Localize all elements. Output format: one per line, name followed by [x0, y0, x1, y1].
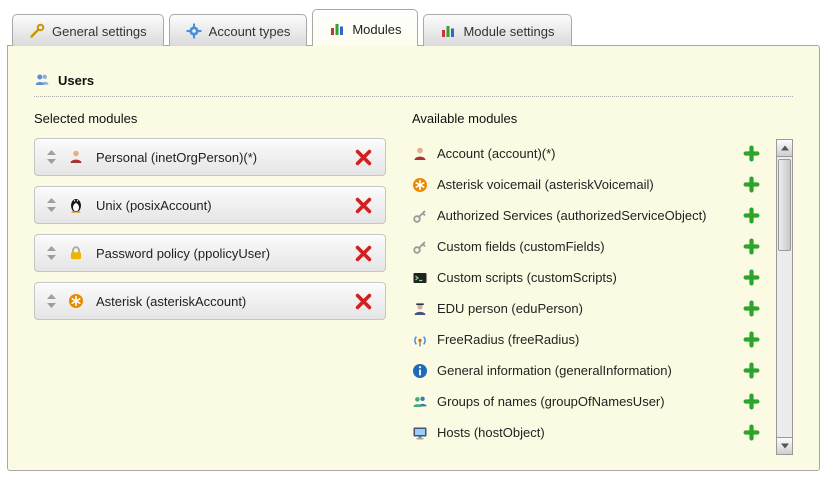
add-module-button[interactable]: [743, 145, 760, 162]
selected-modules-heading: Selected modules: [34, 111, 386, 126]
selected-module-row: Personal (inetOrgPerson)(*): [34, 138, 386, 176]
key-icon: [412, 239, 428, 255]
penguin-icon: [68, 197, 84, 213]
module-label: Custom scripts (customScripts): [437, 270, 743, 285]
section-title: Users: [58, 73, 94, 88]
tab-label: Modules: [352, 22, 401, 37]
person-icon: [68, 149, 84, 165]
drag-handle-icon[interactable]: [47, 198, 56, 212]
available-module-row: Asterisk voicemail (asteriskVoicemail): [412, 169, 776, 200]
scrollbar-thumb[interactable]: [778, 159, 791, 251]
tab-label: Module settings: [463, 24, 554, 39]
available-modules-heading: Available modules: [412, 111, 776, 126]
available-module-row: FreeRadius (freeRadius): [412, 324, 776, 355]
scrollbar-track[interactable]: [777, 157, 792, 437]
remove-module-button[interactable]: [354, 148, 373, 167]
tab-module-settings[interactable]: Module settings: [423, 14, 571, 46]
asterisk-icon: [412, 177, 428, 193]
selected-modules-column: Selected modules Personal (inetOrgPerson…: [34, 97, 386, 455]
add-module-button[interactable]: [743, 269, 760, 286]
remove-module-button[interactable]: [354, 292, 373, 311]
tab-account-types[interactable]: Account types: [169, 14, 308, 46]
tab-label: Account types: [209, 24, 291, 39]
terminal-icon: [412, 270, 428, 286]
module-label: Groups of names (groupOfNamesUser): [437, 394, 743, 409]
module-label: General information (generalInformation): [437, 363, 743, 378]
tab-bar: General settings Account types Modules M…: [0, 0, 827, 45]
gear-icon: [186, 23, 202, 39]
add-module-button[interactable]: [743, 424, 760, 441]
add-module-button[interactable]: [743, 331, 760, 348]
module-label: Asterisk voicemail (asteriskVoicemail): [437, 177, 743, 192]
module-label: FreeRadius (freeRadius): [437, 332, 743, 347]
module-label: Account (account)(*): [437, 146, 743, 161]
add-module-button[interactable]: [743, 362, 760, 379]
edu-person-icon: [412, 301, 428, 317]
drag-handle-icon[interactable]: [47, 294, 56, 308]
module-label: Unix (posixAccount): [96, 198, 354, 213]
available-module-row: Authorized Services (authorizedServiceOb…: [412, 200, 776, 231]
add-module-button[interactable]: [743, 207, 760, 224]
scrollbar-down-icon[interactable]: [777, 437, 792, 454]
add-module-button[interactable]: [743, 176, 760, 193]
available-module-row: Custom fields (customFields): [412, 231, 776, 262]
available-module-row: General information (generalInformation): [412, 355, 776, 386]
available-module-row: Hosts (hostObject): [412, 417, 776, 448]
available-module-row: Account (account)(*): [412, 138, 776, 169]
group-icon: [412, 394, 428, 410]
antenna-icon: [412, 332, 428, 348]
lock-icon: [68, 245, 84, 261]
add-module-button[interactable]: [743, 238, 760, 255]
module-label: Authorized Services (authorizedServiceOb…: [437, 208, 743, 223]
add-module-button[interactable]: [743, 393, 760, 410]
info-icon: [412, 363, 428, 379]
available-module-row: EDU person (eduPerson): [412, 293, 776, 324]
scrollbar-up-icon[interactable]: [777, 140, 792, 157]
person-icon: [412, 146, 428, 162]
chart-icon: [440, 23, 456, 39]
module-label: Asterisk (asteriskAccount): [96, 294, 354, 309]
scrollbar[interactable]: [776, 139, 793, 455]
wrench-icon: [29, 23, 45, 39]
tab-general-settings[interactable]: General settings: [12, 14, 164, 46]
selected-module-row: Asterisk (asteriskAccount): [34, 282, 386, 320]
key-icon: [412, 208, 428, 224]
add-module-button[interactable]: [743, 300, 760, 317]
drag-handle-icon[interactable]: [47, 150, 56, 164]
available-module-row: Groups of names (groupOfNamesUser): [412, 386, 776, 417]
asterisk-icon: [68, 293, 84, 309]
monitor-icon: [412, 425, 428, 441]
selected-module-row: Unix (posixAccount): [34, 186, 386, 224]
module-label: Personal (inetOrgPerson)(*): [96, 150, 354, 165]
module-label: Custom fields (customFields): [437, 239, 743, 254]
selected-module-row: Password policy (ppolicyUser): [34, 234, 386, 272]
tab-label: General settings: [52, 24, 147, 39]
module-label: Password policy (ppolicyUser): [96, 246, 354, 261]
available-modules-column: Available modules Account (account)(*): [412, 97, 793, 455]
drag-handle-icon[interactable]: [47, 246, 56, 260]
users-section-header: Users: [34, 72, 793, 97]
modules-panel: Users Selected modules Personal (inetOrg…: [7, 45, 820, 471]
remove-module-button[interactable]: [354, 244, 373, 263]
tab-modules[interactable]: Modules: [312, 9, 418, 46]
users-icon: [34, 72, 50, 88]
module-label: Hosts (hostObject): [437, 425, 743, 440]
available-module-row: Custom scripts (customScripts): [412, 262, 776, 293]
module-label: EDU person (eduPerson): [437, 301, 743, 316]
chart-icon: [329, 21, 345, 37]
modules-columns: Selected modules Personal (inetOrgPerson…: [8, 97, 819, 455]
remove-module-button[interactable]: [354, 196, 373, 215]
